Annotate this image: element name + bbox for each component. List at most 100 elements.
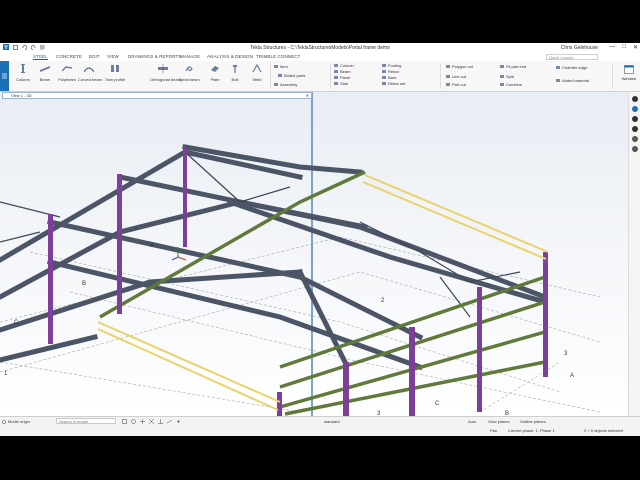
- bolt-button[interactable]: Bolt: [224, 64, 246, 82]
- added-material-label: Added material: [562, 78, 589, 83]
- concrete-beam-button[interactable]: Beam: [334, 69, 350, 74]
- line-cut-label: Line cut: [452, 74, 467, 79]
- snap-icon: [2, 420, 6, 424]
- slab-button[interactable]: Slab: [334, 81, 348, 86]
- rebar-label: Rebar: [388, 69, 399, 74]
- item-label: Item: [280, 64, 288, 69]
- tab-view[interactable]: VIEW: [107, 54, 119, 59]
- snap-dropdown[interactable]: Model origin: [8, 419, 30, 424]
- orthogonal-beam-button[interactable]: Orthogonal beam: [150, 64, 181, 82]
- snap-toolbar: [122, 419, 181, 424]
- tab-drawings-reports[interactable]: DRAWINGS & REPORTS: [128, 54, 182, 59]
- organizer-icon[interactable]: [631, 146, 638, 152]
- snap-end-icon[interactable]: [131, 419, 136, 424]
- status-bar: Model origin Search in model standard Au…: [0, 416, 640, 436]
- tab-steel[interactable]: STEEL: [33, 54, 48, 60]
- spiral-beam-button[interactable]: Spiral beam: [178, 64, 200, 82]
- bars-label: Bars: [388, 75, 397, 80]
- footing-button[interactable]: Footing: [382, 63, 401, 68]
- window-button[interactable]: Window: [622, 65, 636, 81]
- bolt-label: Bolt: [231, 77, 239, 82]
- user-name[interactable]: Chris Gelehouse: [561, 45, 598, 51]
- work-plane-dropdown[interactable]: standard: [324, 419, 340, 424]
- footing-label: Footing: [388, 63, 402, 68]
- bars-button[interactable]: Bars: [382, 75, 396, 80]
- twin-profile-button[interactable]: Twin profile: [102, 64, 128, 82]
- current-phase-status: Current phase: 1, Phase 1: [508, 428, 555, 433]
- split-label: Split: [506, 74, 514, 79]
- beam-label: Beam: [39, 77, 51, 82]
- snap-intersection-icon[interactable]: [149, 419, 154, 424]
- split-button[interactable]: Split: [500, 74, 514, 79]
- bolt-icon: [233, 65, 237, 73]
- minimize-button[interactable]: —: [609, 44, 615, 51]
- view-tab[interactable]: View 1 - 3D ✕: [2, 92, 312, 99]
- selection-filter-icon[interactable]: [631, 126, 638, 132]
- fit-part-end-label: Fit part end: [506, 64, 527, 69]
- tab-analysis-design[interactable]: ANALYSIS & DESIGN: [207, 54, 253, 59]
- applications-icon[interactable]: [631, 116, 638, 122]
- panel-label: Panel: [340, 75, 351, 80]
- slab-label: Slab: [340, 81, 349, 86]
- spiral-beam-icon: [185, 66, 193, 72]
- tekla-window: Tekla Structures - C:\TeklaStructuresMod…: [0, 43, 640, 436]
- search-in-model-input[interactable]: Search in model: [56, 418, 116, 424]
- beam-button[interactable]: Beam: [34, 64, 56, 82]
- twin-profile-icon: [111, 65, 119, 72]
- polygon-cut-label: Polygon cut: [452, 64, 473, 69]
- chamfer-edge-button[interactable]: Chamfer edge: [556, 65, 587, 70]
- fit-part-end-button[interactable]: Fit part end: [500, 64, 526, 69]
- beam-icon: [40, 66, 50, 72]
- outline-planes-dropdown[interactable]: Outline planes: [520, 419, 546, 424]
- quick-launch-input[interactable]: Quick Launch: [546, 54, 598, 60]
- added-material-button[interactable]: Added material: [556, 78, 589, 83]
- view-split-handle[interactable]: [311, 92, 313, 416]
- curved-beam-button[interactable]: Curved beam: [78, 64, 102, 82]
- view-planes-dropdown[interactable]: View planes: [488, 419, 510, 424]
- combine-button[interactable]: Combine: [500, 82, 522, 87]
- snap-perpendicular-icon[interactable]: [158, 419, 163, 424]
- bolted-parts-button[interactable]: Bolted parts: [278, 73, 305, 78]
- close-button[interactable]: ✕: [633, 44, 638, 51]
- catalog-icon[interactable]: [631, 106, 638, 112]
- assembly-button[interactable]: Assembly: [274, 82, 297, 87]
- tab-manage[interactable]: MANAGE: [180, 54, 200, 59]
- auto-dropdown[interactable]: Auto: [468, 419, 476, 424]
- rebar-button[interactable]: Rebar: [382, 69, 399, 74]
- part-cut-button[interactable]: Part cut: [446, 82, 466, 87]
- weld-label: Weld: [252, 77, 262, 82]
- portal-frame-model[interactable]: A B C A B C 2 3 3 1: [0, 92, 629, 436]
- panel-button[interactable]: Panel: [334, 75, 350, 80]
- concrete-column-button[interactable]: Column: [334, 63, 354, 68]
- spiral-beam-label: Spiral beam: [178, 77, 200, 82]
- ribbon-separator: [270, 63, 271, 89]
- column-button[interactable]: Column: [12, 64, 34, 82]
- snap-line-icon[interactable]: [167, 419, 172, 424]
- view-close-icon[interactable]: ✕: [306, 93, 309, 99]
- tab-concrete[interactable]: CONCRETE: [56, 54, 82, 59]
- selection-count: 2 + 0 objects selected: [584, 428, 623, 433]
- tab-trimble-connect[interactable]: TRIMBLE CONNECT: [256, 54, 301, 59]
- tab-edit[interactable]: EDIT: [89, 54, 100, 59]
- column-label: Column: [16, 77, 30, 82]
- polygon-cut-button[interactable]: Polygon cut: [446, 64, 473, 69]
- polybeam-button[interactable]: Polybeam: [56, 64, 78, 82]
- snap-center-icon[interactable]: [176, 419, 181, 424]
- snap-middle-icon[interactable]: [140, 419, 145, 424]
- weld-button[interactable]: Weld: [246, 63, 268, 82]
- line-cut-button[interactable]: Line cut: [446, 74, 466, 79]
- plate-button[interactable]: Plate: [204, 64, 226, 82]
- item-button[interactable]: Item: [274, 64, 288, 69]
- ribbon: Column Beam Polybeam Curved beam Twin pr…: [0, 61, 640, 92]
- model-viewport[interactable]: A B C A B C 2 3 3 1 View 1 - 3D ✕: [0, 92, 640, 436]
- maximize-button[interactable]: □: [622, 44, 626, 51]
- snap-point-icon[interactable]: [122, 419, 127, 424]
- object-groups-icon[interactable]: [631, 136, 638, 142]
- rebar-set-button[interactable]: Rebar set: [382, 81, 405, 86]
- file-menu-button[interactable]: [0, 61, 9, 91]
- properties-icon[interactable]: [631, 96, 638, 102]
- window-controls: — □ ✕: [609, 44, 638, 51]
- weld-icon: [252, 63, 262, 73]
- rebar-set-label: Rebar set: [388, 81, 406, 86]
- grid-label-c-left: C: [14, 320, 19, 326]
